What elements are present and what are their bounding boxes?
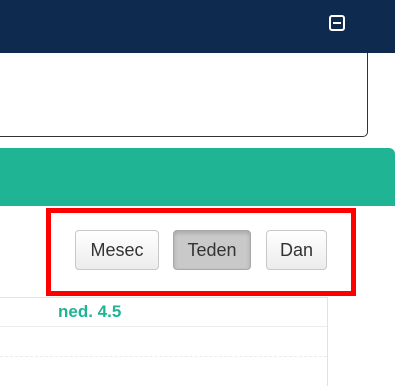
grid-row-divider [0,326,327,327]
top-navbar [0,0,395,53]
collapse-icon[interactable] [329,15,345,31]
text-input-area[interactable] [0,53,368,137]
grid-row-divider [0,356,327,357]
day-column-header[interactable]: ned. 4.5 [58,302,121,322]
calendar-grid [0,297,328,386]
section-header-bar [0,148,395,206]
view-switcher-highlight [46,208,356,296]
